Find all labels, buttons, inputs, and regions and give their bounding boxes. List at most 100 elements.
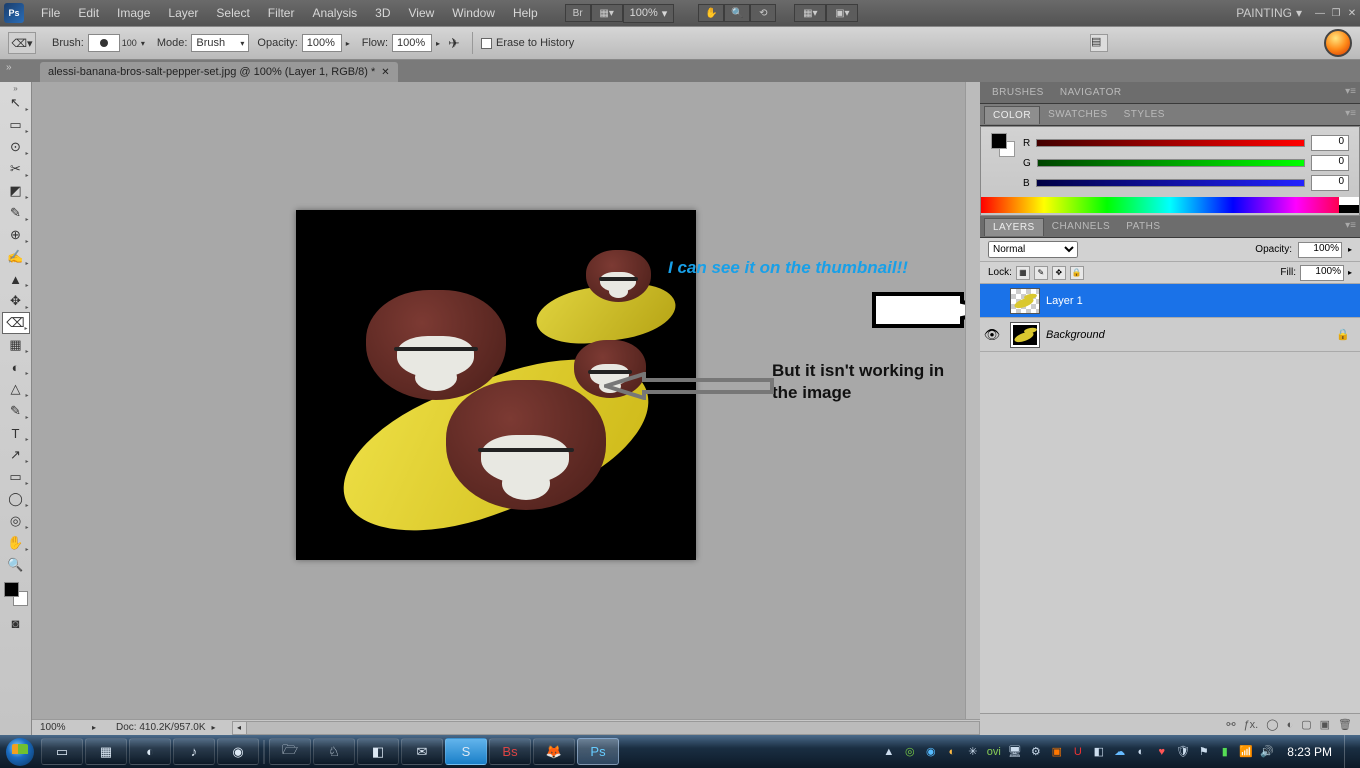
status-menu-icon[interactable]: ▸ bbox=[206, 723, 222, 732]
group-icon[interactable]: ▢ bbox=[1301, 718, 1311, 731]
marquee-tool[interactable]: ▭▸ bbox=[2, 114, 30, 136]
hand-tool-icon[interactable]: ✋ bbox=[698, 4, 724, 22]
tray-icon[interactable]: ▮ bbox=[1216, 743, 1233, 760]
delete-layer-icon[interactable]: 🗑 bbox=[1338, 718, 1352, 731]
taskbar-item[interactable]: 🦊 bbox=[533, 738, 575, 765]
layer-thumbnail[interactable] bbox=[1010, 288, 1040, 314]
move-tool[interactable]: ↖▸ bbox=[2, 92, 30, 114]
menu-view[interactable]: View bbox=[399, 3, 443, 23]
gradient-tool[interactable]: ▦▸ bbox=[2, 334, 30, 356]
tab-navigator[interactable]: NAVIGATOR bbox=[1052, 84, 1130, 101]
taskbar-item[interactable]: 🗁 bbox=[269, 738, 311, 765]
new-layer-icon[interactable]: ▣ bbox=[1320, 718, 1330, 731]
taskbar-item[interactable]: Bs bbox=[489, 738, 531, 765]
zoom-tool-icon[interactable]: 🔍 bbox=[724, 4, 750, 22]
g-slider[interactable] bbox=[1037, 159, 1305, 167]
hand-tool[interactable]: ✋▸ bbox=[2, 532, 30, 554]
color-panel-menu-icon[interactable]: ▾≡ bbox=[1345, 108, 1356, 119]
menu-analysis[interactable]: Analysis bbox=[303, 3, 366, 23]
tray-icon[interactable]: 🛡 bbox=[1174, 743, 1191, 760]
type-tool[interactable]: T▸ bbox=[2, 422, 30, 444]
show-desktop-button[interactable] bbox=[1344, 735, 1354, 768]
brush-preset[interactable] bbox=[88, 34, 120, 52]
tray-icon[interactable]: ♥ bbox=[1153, 743, 1170, 760]
flow-field[interactable]: 100% bbox=[392, 34, 432, 52]
tray-icon[interactable]: ◧ bbox=[1090, 743, 1107, 760]
mask-icon[interactable]: ◯ bbox=[1266, 718, 1278, 731]
color-swatches[interactable] bbox=[4, 582, 28, 606]
horizontal-scrollbar[interactable]: ◂ bbox=[232, 721, 980, 735]
menu-3d[interactable]: 3D bbox=[366, 3, 399, 23]
layer-thumbnail[interactable] bbox=[1010, 322, 1040, 348]
eyedropper-tool[interactable]: ✎▸ bbox=[2, 202, 30, 224]
flow-arrow[interactable]: ▸ bbox=[432, 39, 444, 48]
restore-button[interactable]: ❐ bbox=[1328, 7, 1344, 19]
taskbar-item[interactable]: ◐ bbox=[129, 738, 171, 765]
nav-panel-menu-icon[interactable]: ▾≡ bbox=[1345, 86, 1356, 97]
active-tool-icon[interactable]: ⌫▾ bbox=[8, 32, 36, 54]
crop-tool[interactable]: ◩▸ bbox=[2, 180, 30, 202]
quick-mask-toggle[interactable]: ◙ bbox=[2, 612, 30, 634]
taskbar-item-photoshop[interactable]: Ps bbox=[577, 738, 619, 765]
tab-brushes[interactable]: BRUSHES bbox=[984, 84, 1052, 101]
taskbar-item[interactable]: S bbox=[445, 738, 487, 765]
lasso-tool[interactable]: ⊙▸ bbox=[2, 136, 30, 158]
brush-tool[interactable]: ✍▸ bbox=[2, 246, 30, 268]
tab-styles[interactable]: STYLES bbox=[1116, 106, 1173, 123]
opacity-arrow[interactable]: ▸ bbox=[342, 39, 354, 48]
layers-panel-menu-icon[interactable]: ▾≡ bbox=[1345, 220, 1356, 231]
layer-row-layer1[interactable]: Layer 1 bbox=[980, 284, 1360, 318]
tab-color[interactable]: COLOR bbox=[984, 106, 1040, 124]
view-extras-button[interactable]: ▦▾ bbox=[591, 4, 623, 22]
color-fg-bg-swatch[interactable] bbox=[991, 133, 1015, 157]
taskbar-item[interactable]: ◧ bbox=[357, 738, 399, 765]
start-button[interactable] bbox=[0, 735, 40, 768]
menu-filter[interactable]: Filter bbox=[259, 3, 304, 23]
layer-row-background[interactable]: 👁 Background 🔒 bbox=[980, 318, 1360, 352]
lock-all-icon[interactable]: 🔒 bbox=[1070, 266, 1084, 280]
tab-channels[interactable]: CHANNELS bbox=[1044, 218, 1118, 235]
taskbar-item[interactable]: ◉ bbox=[217, 738, 259, 765]
path-select-tool[interactable]: ↗▸ bbox=[2, 444, 30, 466]
tab-swatches[interactable]: SWATCHES bbox=[1040, 106, 1116, 123]
heal-tool[interactable]: ⊕▸ bbox=[2, 224, 30, 246]
tray-icon[interactable]: 🔊 bbox=[1258, 743, 1275, 760]
arrange-docs-button[interactable]: ▦▾ bbox=[794, 4, 826, 22]
layer-name[interactable]: Background bbox=[1046, 329, 1105, 341]
lock-position-icon[interactable]: ✥ bbox=[1052, 266, 1066, 280]
screen-mode-button[interactable]: ▣▾ bbox=[826, 4, 858, 22]
workspace-switcher[interactable]: PAINTING ▾ bbox=[1236, 6, 1312, 20]
blend-mode-select[interactable]: Normal bbox=[988, 241, 1078, 258]
link-layers-icon[interactable]: ⚯ bbox=[1226, 718, 1235, 731]
layer-opacity-field[interactable]: 100% bbox=[1298, 242, 1342, 258]
menu-help[interactable]: Help bbox=[504, 3, 547, 23]
b-slider[interactable] bbox=[1036, 179, 1305, 187]
taskbar-item[interactable]: ✉ bbox=[401, 738, 443, 765]
tray-icon[interactable]: ◉ bbox=[922, 743, 939, 760]
fx-icon[interactable]: ƒx. bbox=[1244, 719, 1259, 731]
b-value[interactable]: 0 bbox=[1311, 175, 1349, 191]
zoom-level[interactable]: 100% ▾ bbox=[623, 4, 675, 23]
airbrush-icon[interactable]: ✈ bbox=[444, 35, 464, 52]
rotate-view-icon[interactable]: ⟲ bbox=[750, 4, 776, 22]
tray-icon[interactable]: U bbox=[1069, 743, 1086, 760]
pen-tool[interactable]: ✎▸ bbox=[2, 400, 30, 422]
dodge-tool[interactable]: △▸ bbox=[2, 378, 30, 400]
tray-icon[interactable]: ▣ bbox=[1048, 743, 1065, 760]
mode-select[interactable]: Brush▾ bbox=[191, 34, 249, 52]
toolbox-grip[interactable]: » bbox=[0, 84, 31, 92]
close-tab-icon[interactable]: ✕ bbox=[381, 67, 389, 78]
tray-icon[interactable]: ◎ bbox=[901, 743, 918, 760]
tray-icon[interactable]: 🖥 bbox=[1006, 743, 1023, 760]
eraser-tool[interactable]: ⌫▸ bbox=[2, 312, 30, 334]
quick-select-tool[interactable]: ✂▸ bbox=[2, 158, 30, 180]
lock-pixels-icon[interactable]: ✎ bbox=[1034, 266, 1048, 280]
status-arrow-icon[interactable]: ▸ bbox=[88, 723, 100, 732]
menu-file[interactable]: File bbox=[32, 3, 69, 23]
taskbar-item[interactable]: ▦ bbox=[85, 738, 127, 765]
tray-icon[interactable]: ◐ bbox=[1132, 743, 1149, 760]
tab-paths[interactable]: PATHS bbox=[1118, 218, 1168, 235]
tray-icon[interactable]: ✳ bbox=[964, 743, 981, 760]
visibility-toggle[interactable]: 👁 bbox=[980, 327, 1004, 343]
stamp-tool[interactable]: ▲▸ bbox=[2, 268, 30, 290]
